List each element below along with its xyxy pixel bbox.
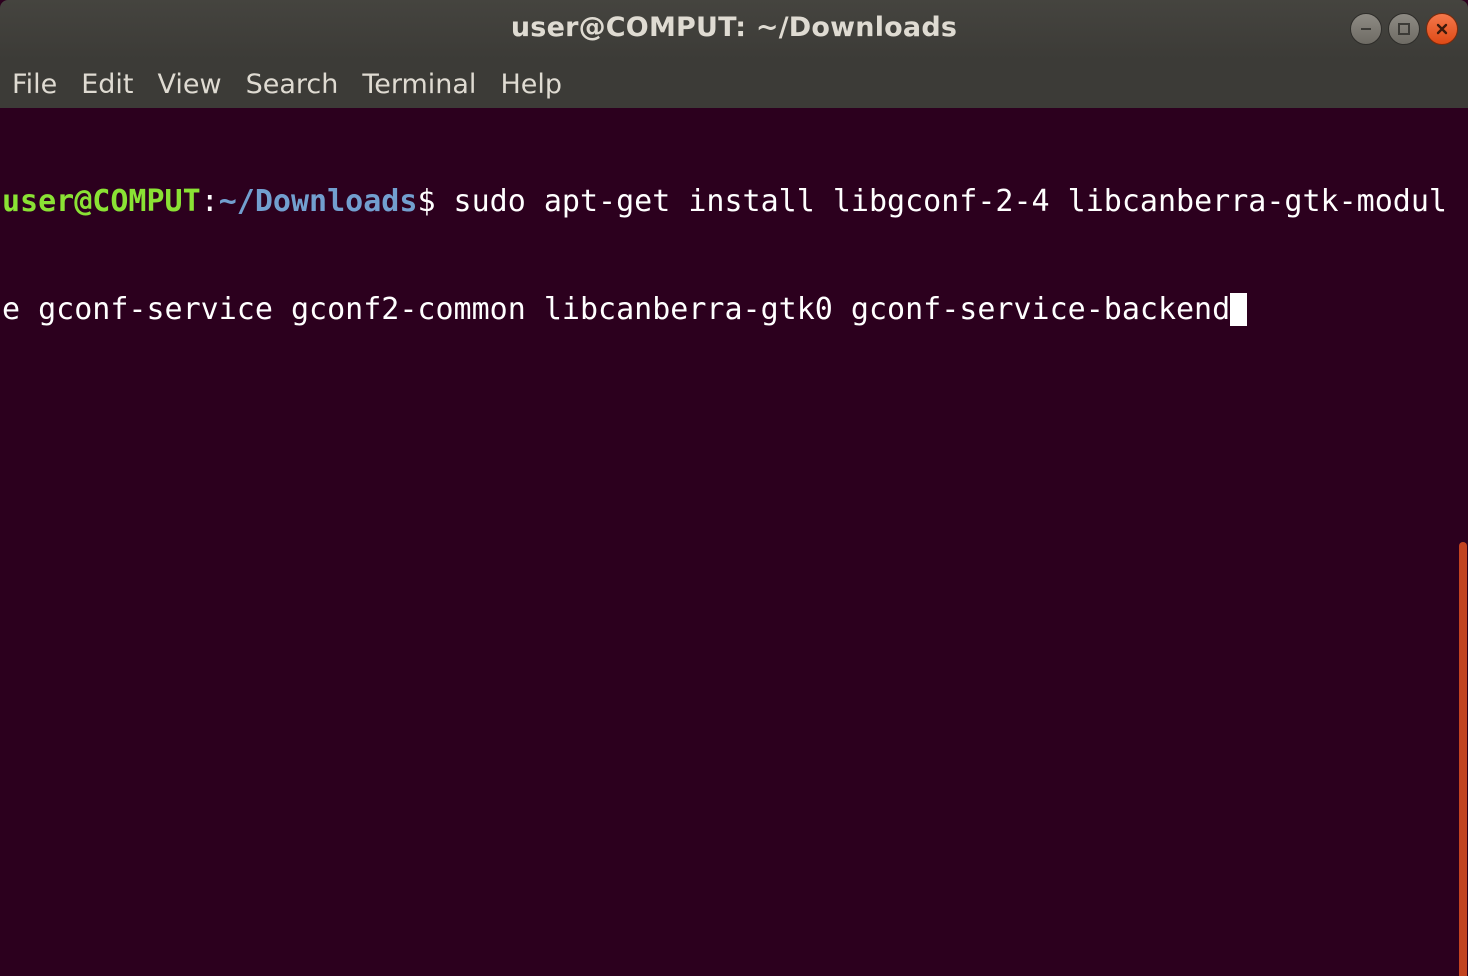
minimize-button[interactable] [1350,13,1382,45]
terminal-line-2: e gconf-service gconf2-common libcanberr… [2,292,1458,328]
prompt-separator: : [200,184,219,219]
terminal-window: user@COMPUT: ~/Downloads File Edit View [0,0,1468,976]
window-controls [1350,13,1458,45]
terminal-line-1: user@COMPUT:~/Downloads$ sudo apt-get in… [2,184,1458,220]
menu-help[interactable]: Help [500,69,562,100]
prompt-symbol: $ [417,184,436,219]
menu-search[interactable]: Search [246,69,339,100]
window-title: user@COMPUT: ~/Downloads [510,12,958,43]
title-bar[interactable]: user@COMPUT: ~/Downloads [0,0,1468,60]
maximize-icon [1398,23,1410,35]
terminal-output[interactable]: user@COMPUT:~/Downloads$ sudo apt-get in… [0,108,1458,976]
text-cursor [1230,293,1248,326]
maximize-button[interactable] [1388,13,1420,45]
command-text-2: e gconf-service gconf2-common libcanberr… [2,292,1231,327]
close-button[interactable] [1426,13,1458,45]
close-icon [1436,23,1448,35]
command-text-1: sudo apt-get install libgconf-2-4 libcan… [435,184,1447,219]
menu-edit[interactable]: Edit [81,69,133,100]
minimize-icon [1361,28,1371,30]
scrollbar-thumb[interactable] [1459,542,1467,976]
prompt-path: ~/Downloads [218,184,418,219]
menu-bar: File Edit View Search Terminal Help [0,60,1468,108]
menu-file[interactable]: File [12,69,57,100]
menu-terminal[interactable]: Terminal [362,69,476,100]
scrollbar[interactable] [1458,108,1468,976]
menu-view[interactable]: View [157,69,221,100]
prompt-user: user@COMPUT [2,184,201,219]
